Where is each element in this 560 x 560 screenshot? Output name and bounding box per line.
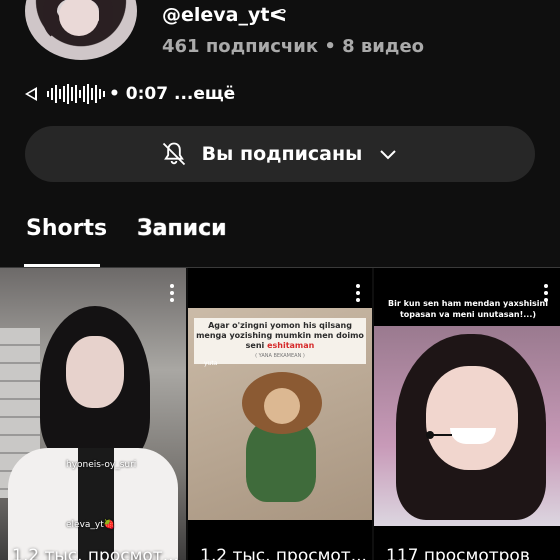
short-views: 117 просмотров: [386, 546, 530, 560]
subscribed-label: Вы подписаны: [201, 143, 363, 165]
more-vert-icon[interactable]: [170, 284, 176, 302]
short-card[interactable]: Bir kun sen ham mendan yaxshisini topasa…: [374, 268, 560, 560]
shorts-grid: hyoneis-oy_suri eleva_yt🍓 1,2 тыс. просм…: [0, 268, 560, 560]
chevron-down-icon: [380, 150, 397, 160]
short-caption: hyoneis-oy_suri: [66, 460, 137, 470]
tab-shorts[interactable]: Shorts: [26, 216, 107, 241]
about-text: • 0:07 ...ещё: [109, 84, 236, 104]
tab-posts[interactable]: Записи: [137, 216, 227, 241]
channel-handle: @eleva_ytᕙ: [162, 4, 288, 26]
audio-wave-icon: [47, 84, 105, 104]
channel-stats: 461 подписчик • 8 видео: [162, 36, 425, 57]
short-views: 1,2 тыс. просмот...: [12, 546, 179, 560]
short-card[interactable]: hyoneis-oy_suri eleva_yt🍓 1,2 тыс. просм…: [0, 268, 186, 560]
subscribed-button[interactable]: Вы подписаны: [25, 126, 535, 182]
short-thumbnail: Bir kun sen ham mendan yaxshisini topasa…: [374, 268, 560, 560]
short-views: 1,2 тыс. просмот...: [200, 546, 367, 560]
short-thumbnail: hyoneis-oy_suri eleva_yt🍓: [0, 268, 186, 560]
more-vert-icon[interactable]: [544, 284, 550, 302]
bell-off-icon: [162, 142, 185, 166]
short-card[interactable]: Agar o'zingni yomon his qilsang menga yo…: [188, 268, 372, 560]
short-caption: eleva_yt🍓: [66, 520, 115, 530]
channel-about[interactable]: • 0:07 ...ещё: [25, 82, 235, 106]
more-vert-icon[interactable]: [356, 284, 362, 302]
short-watermark: yuta: [204, 360, 218, 367]
short-caption: Bir kun sen ham mendan yaxshisini topasa…: [388, 299, 548, 319]
short-banner: Agar o'zingni yomon his qilsang menga yo…: [194, 318, 366, 364]
short-thumbnail: Agar o'zingni yomon his qilsang menga yo…: [188, 268, 372, 560]
channel-avatar[interactable]: [25, 0, 137, 60]
play-back-icon: [25, 87, 37, 101]
